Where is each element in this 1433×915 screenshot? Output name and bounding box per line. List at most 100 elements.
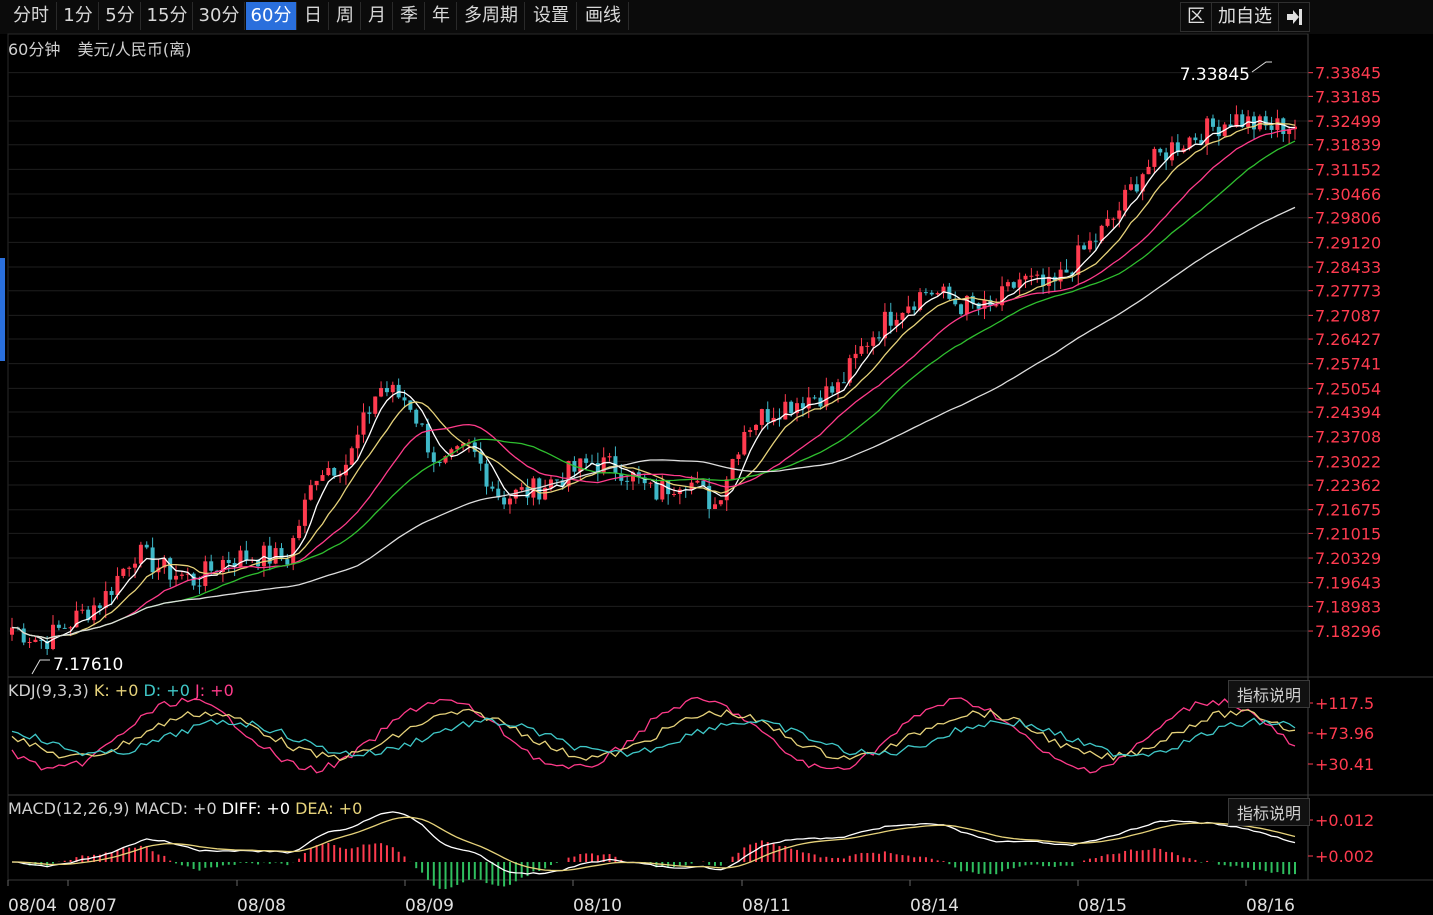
candle-body: [1216, 126, 1221, 137]
candle-body: [859, 346, 864, 354]
candle-body: [425, 423, 430, 453]
candle-body: [1041, 274, 1046, 286]
date-label: 08/09: [405, 896, 454, 915]
date-label: 08/16: [1246, 896, 1295, 915]
candle-body: [484, 463, 489, 487]
macd-dea: DEA: +0: [295, 799, 363, 818]
candle-body: [584, 458, 589, 463]
candle-body: [1029, 275, 1034, 277]
candle-body: [109, 591, 114, 596]
candle-body: [355, 434, 360, 449]
macd-explain-button[interactable]: 指标说明: [1227, 798, 1310, 826]
candle-body: [326, 467, 331, 476]
candle-body: [1082, 245, 1087, 250]
candle-body: [396, 384, 401, 398]
candle-body: [1128, 184, 1133, 190]
kdj-title: KDJ(9,3,3): [8, 681, 89, 700]
candle-body: [367, 412, 372, 414]
macd-legend: MACD(12,26,9) MACD: +0 DIFF: +0 DEA: +0: [8, 799, 362, 818]
candle-body: [1169, 142, 1174, 161]
min-price-label: 7.17610: [53, 655, 123, 675]
max-price-label: 7.33845: [1180, 65, 1250, 85]
candle-body: [279, 548, 284, 560]
candle-body: [490, 486, 495, 489]
kline-chart[interactable]: 7.33845 7.33185 7.32499 7.31839 7.31152 7.304…: [0, 0, 1433, 915]
candle-body: [420, 423, 425, 425]
candle-body: [244, 550, 249, 561]
candle-body: [923, 292, 928, 294]
candle-body: [320, 475, 325, 481]
candle-body: [209, 561, 214, 571]
kdj-j: J: +0: [194, 681, 234, 700]
candle-body: [724, 479, 729, 501]
candle-body: [80, 609, 85, 611]
candle-body: [648, 482, 653, 484]
macd-axis-label: +0.002: [1315, 847, 1374, 866]
candle-body: [115, 575, 120, 596]
candle-body: [302, 499, 307, 526]
candle-body: [27, 641, 32, 643]
candle-body: [607, 456, 612, 458]
candle-body: [103, 591, 108, 608]
candle-body: [502, 497, 507, 505]
price-tick-label: 7.30466: [1315, 185, 1381, 204]
candle-body: [841, 382, 846, 384]
candle-body: [765, 409, 770, 423]
macd-diff: DIFF: +0: [221, 799, 290, 818]
price-tick-label: 7.23022: [1315, 452, 1381, 471]
candle-body: [959, 304, 964, 315]
price-tick-label: 7.32499: [1315, 112, 1381, 131]
date-label: 08/07: [68, 896, 117, 915]
candle-body: [1257, 116, 1262, 130]
candle-body: [133, 563, 138, 568]
candle-body: [742, 431, 747, 455]
kdj-axis-label: +73.96: [1315, 724, 1374, 743]
candle-body: [1269, 125, 1274, 130]
candle-body: [1234, 114, 1239, 127]
candle-body: [174, 575, 179, 580]
candle-body: [138, 544, 143, 564]
price-tick-label: 7.33845: [1315, 64, 1381, 83]
candle-body: [1117, 210, 1122, 219]
candle-body: [285, 559, 290, 565]
candle-body: [1035, 274, 1040, 276]
candle-body: [1152, 148, 1157, 167]
candle-body: [373, 396, 378, 414]
candle-body: [935, 293, 940, 295]
candle-body: [1146, 166, 1151, 175]
candle-body: [853, 353, 858, 359]
candle-body: [554, 479, 559, 481]
candle-body: [379, 387, 384, 397]
kdj-legend: KDJ(9,3,3) K: +0 D: +0 J: +0: [8, 681, 234, 700]
candle-body: [713, 504, 718, 509]
price-tick-label: 7.22362: [1315, 476, 1381, 495]
candle-body: [226, 559, 231, 563]
candle-body: [1011, 282, 1016, 288]
candle-body: [888, 311, 893, 326]
kdj-line-0: [11, 696, 1296, 774]
candle-body: [994, 305, 999, 307]
candle-body: [384, 387, 389, 393]
price-tick-label: 7.29120: [1315, 233, 1381, 252]
price-tick-label: 7.33185: [1315, 87, 1381, 106]
candle-body: [672, 494, 677, 496]
candle-body: [754, 424, 759, 431]
candle-body: [578, 458, 583, 472]
candle-body: [33, 639, 38, 642]
candle-body: [273, 548, 278, 564]
candle-body: [349, 448, 354, 465]
kdj-explain-button[interactable]: 指标说明: [1227, 680, 1310, 708]
price-tick-label: 7.29806: [1315, 209, 1381, 228]
candle-body: [824, 386, 829, 407]
candle-body: [1064, 269, 1069, 273]
candle-body: [332, 467, 337, 476]
candle-body: [1158, 148, 1163, 153]
candle-body: [654, 482, 659, 500]
candle-body: [168, 558, 173, 580]
candle-body: [625, 480, 630, 482]
candle-body: [718, 500, 723, 505]
price-tick-label: 7.21015: [1315, 524, 1381, 543]
candle-body: [812, 397, 817, 399]
candle-body: [291, 538, 296, 565]
ma10-line: [11, 122, 1296, 640]
